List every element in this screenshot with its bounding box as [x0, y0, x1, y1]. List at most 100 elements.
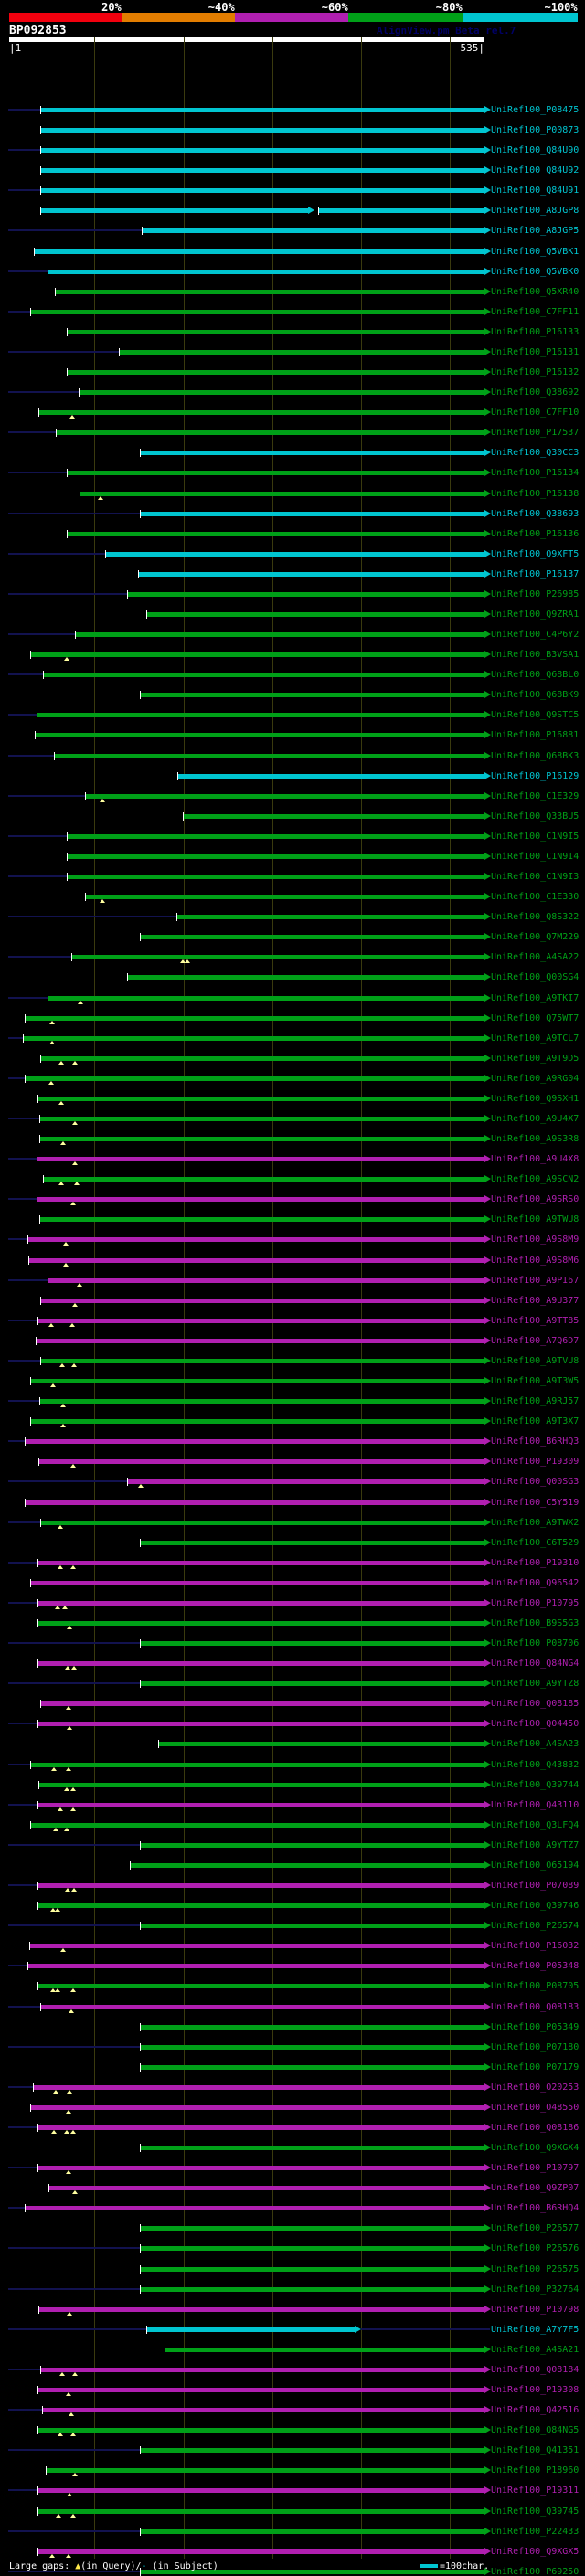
hit-label[interactable]: UniRef100_Q08184 [491, 2365, 579, 2375]
hit-label[interactable]: UniRef100_Q08185 [491, 1700, 579, 1709]
hit-bar[interactable] [176, 915, 484, 920]
hit-bar[interactable] [139, 1924, 484, 1929]
hit-bar[interactable] [48, 2186, 484, 2191]
hit-label[interactable]: UniRef100_A9SCN2 [491, 1175, 579, 1184]
hit-bar[interactable] [27, 1237, 484, 1243]
hit-label[interactable]: UniRef100_P19310 [491, 1558, 579, 1568]
hit-label[interactable]: UniRef100_P26575 [491, 2264, 579, 2274]
hit-label[interactable]: UniRef100_Q75WT7 [491, 1013, 579, 1023]
hit-bar[interactable] [67, 833, 484, 839]
hit-bar[interactable] [176, 773, 484, 779]
hit-bar[interactable] [182, 813, 484, 819]
hit-label[interactable]: UniRef100_P05348 [491, 1962, 579, 1971]
hit-label[interactable]: UniRef100_C7FF11 [491, 307, 579, 317]
hit-bar[interactable] [137, 571, 484, 577]
hit-bar[interactable] [39, 1399, 484, 1405]
hit-bar[interactable] [84, 895, 484, 900]
hit-label[interactable]: UniRef100_P07179 [491, 2062, 579, 2072]
hit-label[interactable]: UniRef100_A9TCL7 [491, 1034, 579, 1044]
hit-bar[interactable] [127, 975, 484, 981]
hit-bar[interactable] [30, 652, 484, 658]
hit-bar[interactable] [47, 269, 484, 274]
hit-label[interactable]: UniRef100_A9TWX2 [491, 1518, 579, 1528]
hit-label[interactable]: UniRef100_C1N9I3 [491, 873, 579, 882]
hit-label[interactable]: UniRef100_A7Q6D7 [491, 1336, 579, 1346]
hit-bar[interactable] [42, 1177, 484, 1182]
hit-bar[interactable] [40, 128, 484, 133]
hit-bar[interactable] [139, 2266, 484, 2272]
hit-bar[interactable] [139, 511, 484, 516]
hit-bar[interactable] [37, 1802, 484, 1807]
hit-bar[interactable] [127, 591, 484, 597]
hit-bar[interactable] [139, 693, 484, 698]
hit-label[interactable]: UniRef100_P16032 [491, 1942, 579, 1951]
hit-label[interactable]: UniRef100_Q5VBK0 [491, 267, 579, 277]
hit-label[interactable]: UniRef100_Q9XGX5 [491, 2547, 579, 2557]
hit-label[interactable]: UniRef100_P16136 [491, 529, 579, 539]
hit-bar[interactable] [30, 309, 484, 314]
hit-label[interactable]: UniRef100_Q96542 [491, 1578, 579, 1588]
hit-bar[interactable] [55, 430, 484, 436]
hit-bar[interactable] [67, 531, 484, 536]
hit-label[interactable]: UniRef100_O20253 [491, 2083, 579, 2093]
hit-label[interactable]: UniRef100_P08705 [491, 1982, 579, 1991]
hit-label[interactable]: UniRef100_A7Y7F5 [491, 2325, 579, 2335]
hit-bar[interactable] [36, 1338, 484, 1343]
hit-bar[interactable] [139, 1681, 484, 1687]
hit-bar[interactable] [139, 451, 484, 456]
hit-bar[interactable] [37, 2488, 484, 2494]
hit-label[interactable]: UniRef100_A9RJ57 [491, 1397, 579, 1406]
hit-bar[interactable] [139, 2044, 484, 2050]
hit-label[interactable]: UniRef100_P08706 [491, 1639, 579, 1648]
hit-label[interactable]: UniRef100_P26574 [491, 1922, 579, 1931]
hit-label[interactable]: UniRef100_Q33BU5 [491, 811, 579, 822]
hit-bar[interactable] [139, 2064, 484, 2070]
hit-label[interactable]: UniRef100_O48550 [491, 2103, 579, 2113]
hit-bar[interactable] [37, 1157, 484, 1162]
hit-bar[interactable] [38, 1459, 484, 1465]
hit-bar[interactable] [37, 2428, 484, 2433]
hit-label[interactable]: UniRef100_P19308 [491, 2386, 579, 2395]
hit-label[interactable]: UniRef100_C7FF10 [491, 408, 579, 418]
hit-label[interactable]: UniRef100_P16138 [491, 489, 579, 499]
hit-label[interactable]: UniRef100_B3VSA1 [491, 651, 579, 660]
hit-label[interactable]: UniRef100_A9YTZ8 [491, 1680, 579, 1689]
hit-label[interactable]: UniRef100_P16132 [491, 368, 579, 377]
hit-bar[interactable] [29, 1944, 484, 1949]
hit-bar[interactable] [318, 208, 484, 214]
hit-bar[interactable] [78, 390, 484, 396]
hit-label[interactable]: UniRef100_P17537 [491, 429, 579, 438]
hit-bar[interactable] [37, 2508, 484, 2514]
hit-bar[interactable] [139, 2448, 484, 2454]
hit-bar[interactable] [145, 2327, 356, 2332]
hit-label[interactable]: UniRef100_Q38692 [491, 388, 579, 398]
hit-label[interactable]: UniRef100_A9S8M6 [491, 1256, 579, 1266]
hit-bar[interactable] [38, 2306, 484, 2312]
hit-bar[interactable] [79, 491, 484, 496]
hit-bar[interactable] [38, 410, 484, 416]
hit-bar[interactable] [104, 551, 484, 557]
hit-bar[interactable] [40, 1298, 484, 1303]
hit-label[interactable]: UniRef100_Q84U91 [491, 186, 579, 196]
hit-bar[interactable] [47, 1277, 484, 1283]
hit-label[interactable]: UniRef100_P26985 [491, 589, 579, 599]
hit-bar[interactable] [24, 1015, 484, 1021]
hit-bar[interactable] [39, 1137, 484, 1142]
hit-label[interactable]: UniRef100_P16881 [491, 731, 579, 740]
hit-label[interactable]: UniRef100_Q08183 [491, 2002, 579, 2012]
hit-label[interactable]: UniRef100_Q39744 [491, 1780, 579, 1790]
hit-label[interactable]: UniRef100_Q8S322 [491, 913, 579, 922]
hit-label[interactable]: UniRef100_P69250 [491, 2567, 579, 2576]
hit-label[interactable]: UniRef100_Q41351 [491, 2446, 579, 2455]
hit-bar[interactable] [40, 208, 308, 214]
hit-label[interactable]: UniRef100_P16131 [491, 347, 579, 357]
hit-label[interactable]: UniRef100_P07089 [491, 1882, 579, 1891]
hit-label[interactable]: UniRef100_P07180 [491, 2042, 579, 2052]
hit-bar[interactable] [24, 1500, 484, 1505]
hit-bar[interactable] [30, 2104, 484, 2110]
hit-bar[interactable] [40, 148, 484, 154]
hit-bar[interactable] [30, 1580, 484, 1585]
hit-bar[interactable] [33, 2084, 484, 2090]
hit-bar[interactable] [30, 1379, 484, 1384]
hit-label[interactable]: UniRef100_A9S3R8 [491, 1135, 579, 1144]
